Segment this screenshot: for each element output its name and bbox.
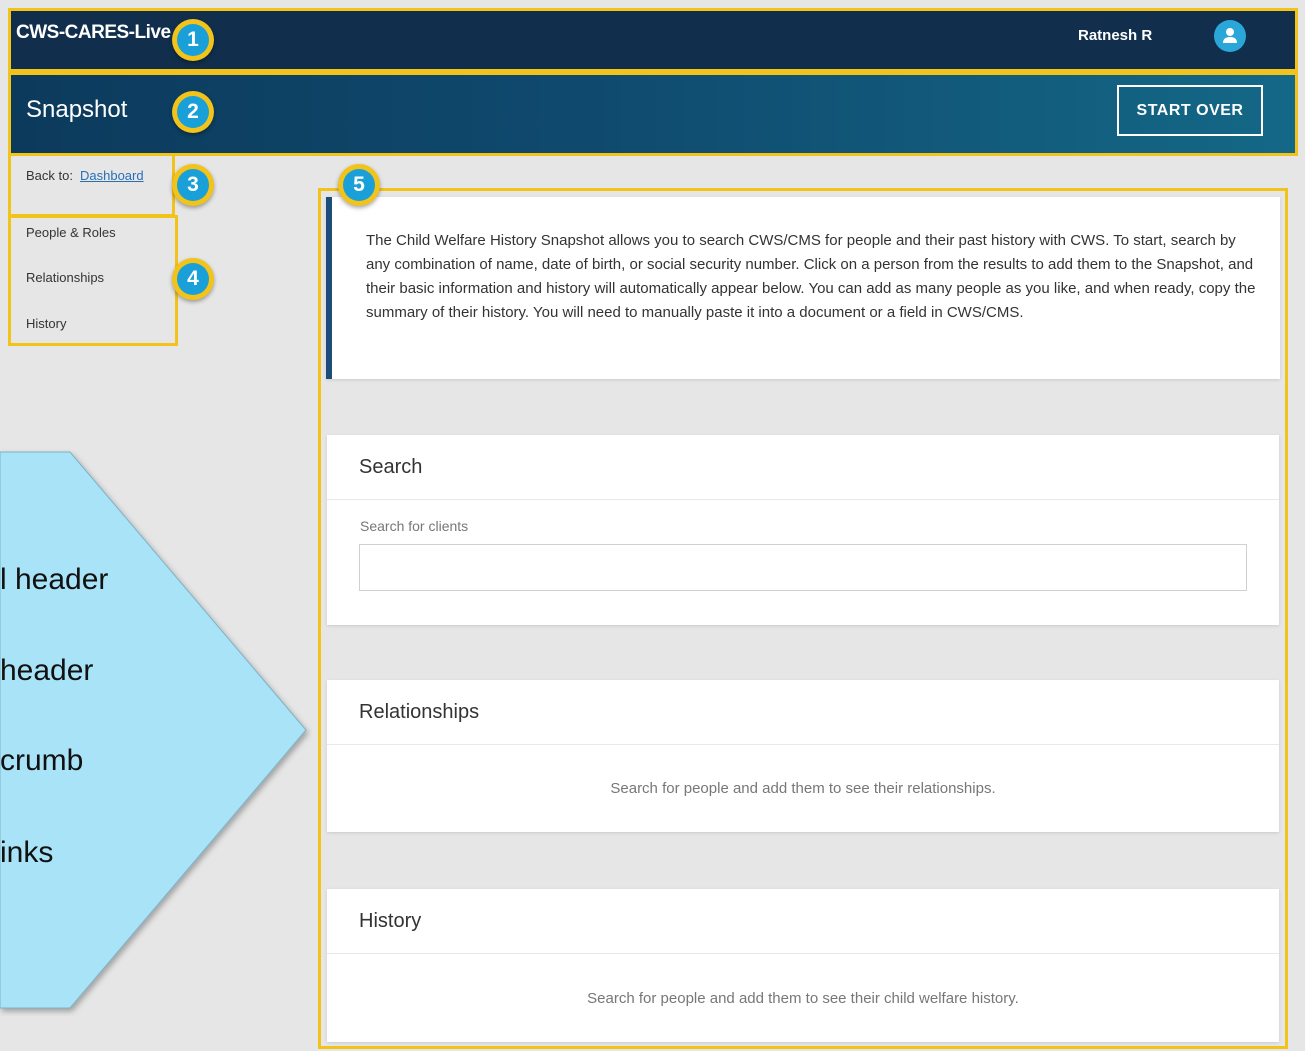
history-empty-message: Search for people and add them to see th… bbox=[587, 990, 1019, 1007]
relationships-empty-message: Search for people and add them to see th… bbox=[610, 780, 996, 797]
user-icon[interactable] bbox=[1214, 20, 1246, 52]
nav-item-history[interactable]: History bbox=[26, 316, 66, 331]
search-card bbox=[327, 435, 1279, 625]
app-name[interactable]: CWS-CARES-Live bbox=[16, 22, 171, 44]
badge-1: 1 bbox=[172, 19, 214, 61]
badge-3: 3 bbox=[172, 164, 214, 206]
nav-item-people-roles[interactable]: People & Roles bbox=[26, 225, 116, 240]
start-over-button[interactable]: START OVER bbox=[1117, 85, 1263, 136]
divider bbox=[327, 953, 1279, 954]
intro-text: The Child Welfare History Snapshot allow… bbox=[366, 232, 1256, 321]
badge-number: 5 bbox=[343, 169, 375, 201]
badge-number: 3 bbox=[177, 169, 209, 201]
badge-5: 5 bbox=[338, 164, 380, 206]
history-card bbox=[327, 889, 1279, 1042]
divider bbox=[327, 499, 1279, 500]
breadcrumb-dashboard-link[interactable]: Dashboard bbox=[80, 168, 144, 183]
callout-line-4: inks bbox=[0, 836, 54, 869]
breadcrumb-prefix: Back to: bbox=[26, 168, 73, 183]
callout-line-1: l header bbox=[0, 563, 109, 596]
badge-4: 4 bbox=[172, 258, 214, 300]
user-icon-glyph bbox=[1223, 28, 1237, 43]
callout-line-3: crumb bbox=[0, 744, 84, 777]
badge-number: 1 bbox=[177, 24, 209, 56]
search-title: Search bbox=[359, 456, 423, 478]
badge-2: 2 bbox=[172, 91, 214, 133]
callout-line-2: header bbox=[0, 654, 94, 687]
callout-arrow bbox=[0, 448, 312, 1016]
page-title: Snapshot bbox=[26, 96, 128, 123]
search-field-label: Search for clients bbox=[360, 518, 469, 534]
user-name[interactable]: Ratnesh R bbox=[1078, 27, 1152, 44]
search-input[interactable] bbox=[359, 544, 1247, 591]
breadcrumb bbox=[8, 156, 175, 217]
divider bbox=[327, 744, 1279, 745]
callout-shape bbox=[0, 451, 307, 1009]
badge-number: 4 bbox=[177, 263, 209, 295]
history-title: History bbox=[359, 910, 422, 932]
badge-number: 2 bbox=[177, 96, 209, 128]
nav-item-relationships[interactable]: Relationships bbox=[26, 270, 104, 285]
relationships-title: Relationships bbox=[359, 701, 480, 723]
